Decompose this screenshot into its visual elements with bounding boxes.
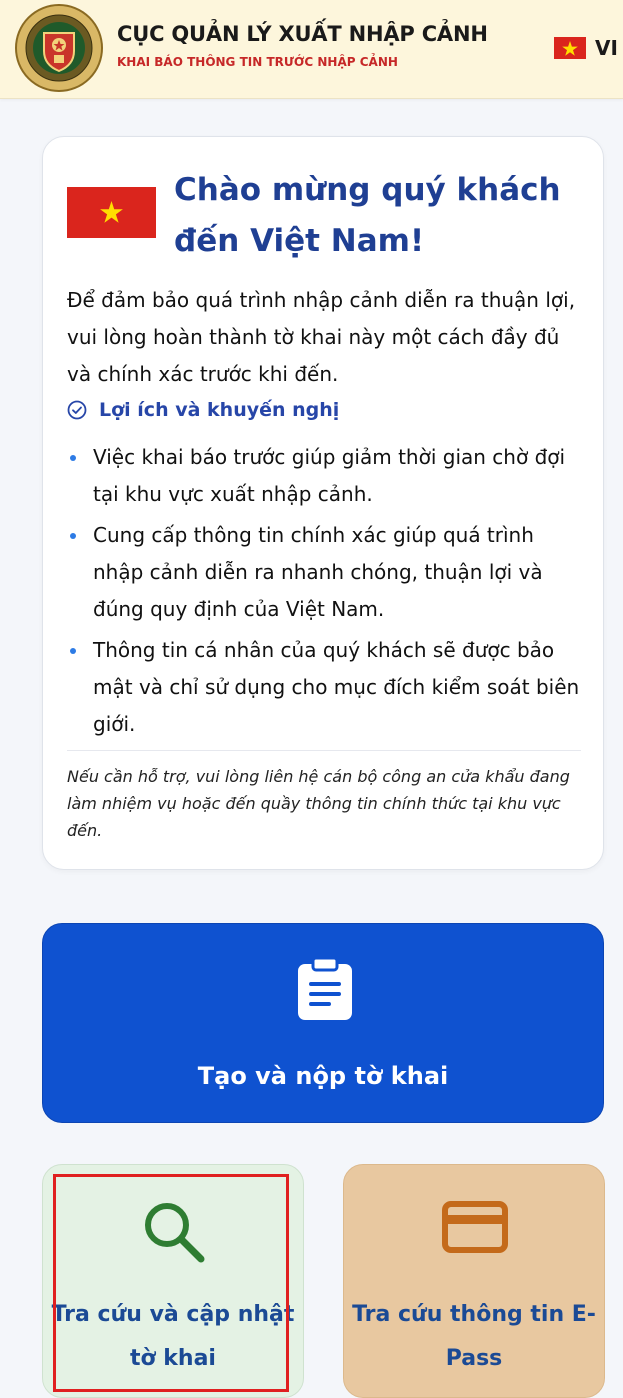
bullet-icon — [70, 455, 76, 461]
benefits-title: Lợi ích và khuyến nghị — [99, 399, 340, 421]
bullet-icon — [70, 533, 76, 539]
agency-subtitle: KHAI BÁO THÔNG TIN TRƯỚC NHẬP CẢNH — [117, 55, 398, 69]
list-item: Việc khai báo trước giúp giảm thời gian … — [67, 439, 587, 513]
check-circle-icon — [67, 400, 87, 420]
create-declaration-label: Tạo và nộp tờ khai — [197, 1062, 449, 1090]
create-declaration-button[interactable]: Tạo và nộp tờ khai — [42, 923, 604, 1123]
credit-card-icon — [442, 1201, 508, 1253]
benefits-heading: Lợi ích và khuyến nghị — [67, 399, 339, 421]
epass-lookup-button[interactable]: Tra cứu thông tin E-Pass — [343, 1164, 605, 1398]
list-item: Thông tin cá nhân của quý khách sẽ được … — [67, 632, 587, 743]
divider — [67, 750, 581, 751]
epass-lookup-label: Tra cứu thông tin E-Pass — [352, 1302, 596, 1371]
vietnam-flag-icon — [67, 187, 156, 238]
welcome-card: Chào mừng quý khách đến Việt Nam! Để đảm… — [42, 136, 604, 870]
support-note: Nếu cần hỗ trợ, vui lòng liên hệ cán bộ … — [67, 767, 570, 840]
bullet-icon — [70, 648, 76, 654]
intro-text: Để đảm bảo quá trình nhập cảnh diễn ra t… — [67, 288, 576, 386]
vietnam-flag-icon — [554, 37, 586, 59]
benefits-list: Việc khai báo trước giúp giảm thời gian … — [67, 439, 587, 747]
selection-highlight — [53, 1174, 289, 1392]
app-header: CỤC QUẢN LÝ XUẤT NHẬP CẢNH KHAI BÁO THÔN… — [0, 0, 623, 99]
immigration-emblem-icon — [15, 4, 103, 92]
language-selector[interactable]: VI — [554, 36, 618, 60]
clipboard-document-icon — [298, 956, 352, 1020]
benefit-text: Cung cấp thông tin chính xác giúp quá tr… — [93, 523, 543, 621]
benefit-text: Việc khai báo trước giúp giảm thời gian … — [93, 445, 566, 506]
list-item: Cung cấp thông tin chính xác giúp quá tr… — [67, 517, 587, 628]
agency-title: CỤC QUẢN LÝ XUẤT NHẬP CẢNH — [117, 22, 488, 46]
welcome-title: Chào mừng quý khách đến Việt Nam! — [174, 172, 561, 259]
language-label: VI — [595, 36, 618, 60]
benefit-text: Thông tin cá nhân của quý khách sẽ được … — [93, 638, 580, 736]
